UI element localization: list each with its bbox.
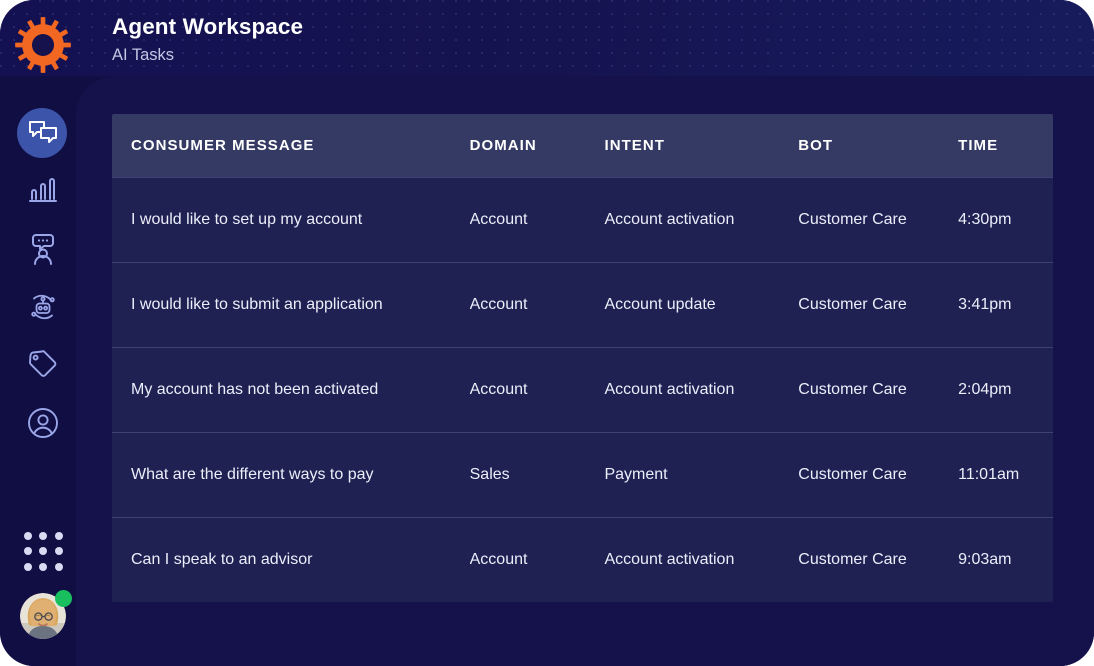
ai-tasks-table: CONSUMER MESSAGE DOMAIN INTENT BOT TIME … (112, 114, 1053, 602)
sidebar (0, 0, 86, 666)
cell-domain: Account (469, 296, 528, 313)
sidebar-item-bots[interactable] (0, 278, 86, 336)
page-subtitle: AI Tasks (112, 46, 175, 64)
table-row[interactable]: I would like to set up my account Accoun… (112, 177, 1053, 262)
dot (39, 547, 48, 556)
chat-bubbles-icon (24, 114, 62, 152)
robot-icon (24, 288, 62, 326)
cell-bot: Customer Care (798, 296, 907, 313)
cell-domain: Account (469, 381, 528, 398)
dot (24, 562, 32, 571)
cell-consumer-message: Can I speak to an advisor (131, 551, 313, 568)
tag-icon (24, 346, 62, 384)
dot (39, 562, 48, 571)
page-title: Agent Workspace (112, 14, 304, 39)
dot (39, 532, 48, 540)
cell-bot: Customer Care (798, 551, 907, 568)
cell-domain: Sales (469, 466, 510, 483)
cell-consumer-message: My account has not been activated (131, 381, 379, 398)
status-badge (55, 590, 72, 607)
cell-intent: Payment (604, 466, 668, 483)
column-header-consumer-message[interactable]: CONSUMER MESSAGE (112, 137, 470, 154)
cell-bot: Customer Care (798, 381, 907, 398)
app-window: Agent Workspace AI Tasks CONSUMER MESSAG… (0, 0, 1094, 666)
table-row[interactable]: I would like to submit an application Ac… (112, 262, 1053, 347)
dot (54, 532, 63, 540)
avatar[interactable] (20, 590, 72, 642)
table-header-row: CONSUMER MESSAGE DOMAIN INTENT BOT TIME (112, 114, 1053, 177)
cell-time: 4:30pm (958, 211, 1012, 228)
gear-icon (14, 16, 72, 74)
sidebar-nav-list (0, 104, 86, 452)
dot (54, 562, 63, 571)
cell-consumer-message: What are the different ways to pay (131, 466, 374, 483)
cell-bot: Customer Care (798, 466, 907, 483)
cell-intent: Account update (604, 296, 716, 313)
column-header-domain[interactable]: DOMAIN (470, 137, 605, 154)
header: Agent Workspace AI Tasks (112, 12, 303, 67)
cell-time: 3:41pm (958, 296, 1012, 313)
column-header-bot[interactable]: BOT (798, 137, 958, 154)
agent-message-icon (24, 230, 62, 268)
cell-intent: Account activation (604, 381, 735, 398)
sidebar-item-analytics[interactable] (0, 162, 86, 220)
table-row[interactable]: My account has not been activated Accoun… (112, 347, 1053, 432)
cell-intent: Account activation (604, 211, 735, 228)
sidebar-item-conversations[interactable] (0, 104, 86, 162)
cell-time: 9:03am (958, 551, 1012, 568)
dot (54, 547, 63, 556)
grid-dots-icon[interactable] (24, 532, 64, 572)
cell-intent: Account activation (604, 551, 735, 568)
cell-time: 2:04pm (958, 381, 1012, 398)
dot (24, 532, 32, 540)
table-row[interactable]: Can I speak to an advisor Account Accoun… (112, 517, 1053, 602)
cell-consumer-message: I would like to set up my account (131, 211, 363, 228)
column-header-time[interactable]: TIME (958, 137, 1053, 154)
sidebar-item-profile[interactable] (0, 394, 86, 452)
table-row[interactable]: What are the different ways to pay Sales… (112, 432, 1053, 517)
cell-domain: Account (469, 551, 528, 568)
sidebar-item-agents[interactable] (0, 220, 86, 278)
cell-time: 11:01am (958, 466, 1020, 483)
cell-domain: Account (469, 211, 528, 228)
user-circle-icon (24, 404, 62, 442)
cell-consumer-message: I would like to submit an application (131, 296, 383, 313)
bar-chart-icon (24, 172, 62, 210)
column-header-intent[interactable]: INTENT (604, 137, 798, 154)
sidebar-item-tags[interactable] (0, 336, 86, 394)
cell-bot: Customer Care (798, 211, 907, 228)
dot (24, 547, 32, 556)
